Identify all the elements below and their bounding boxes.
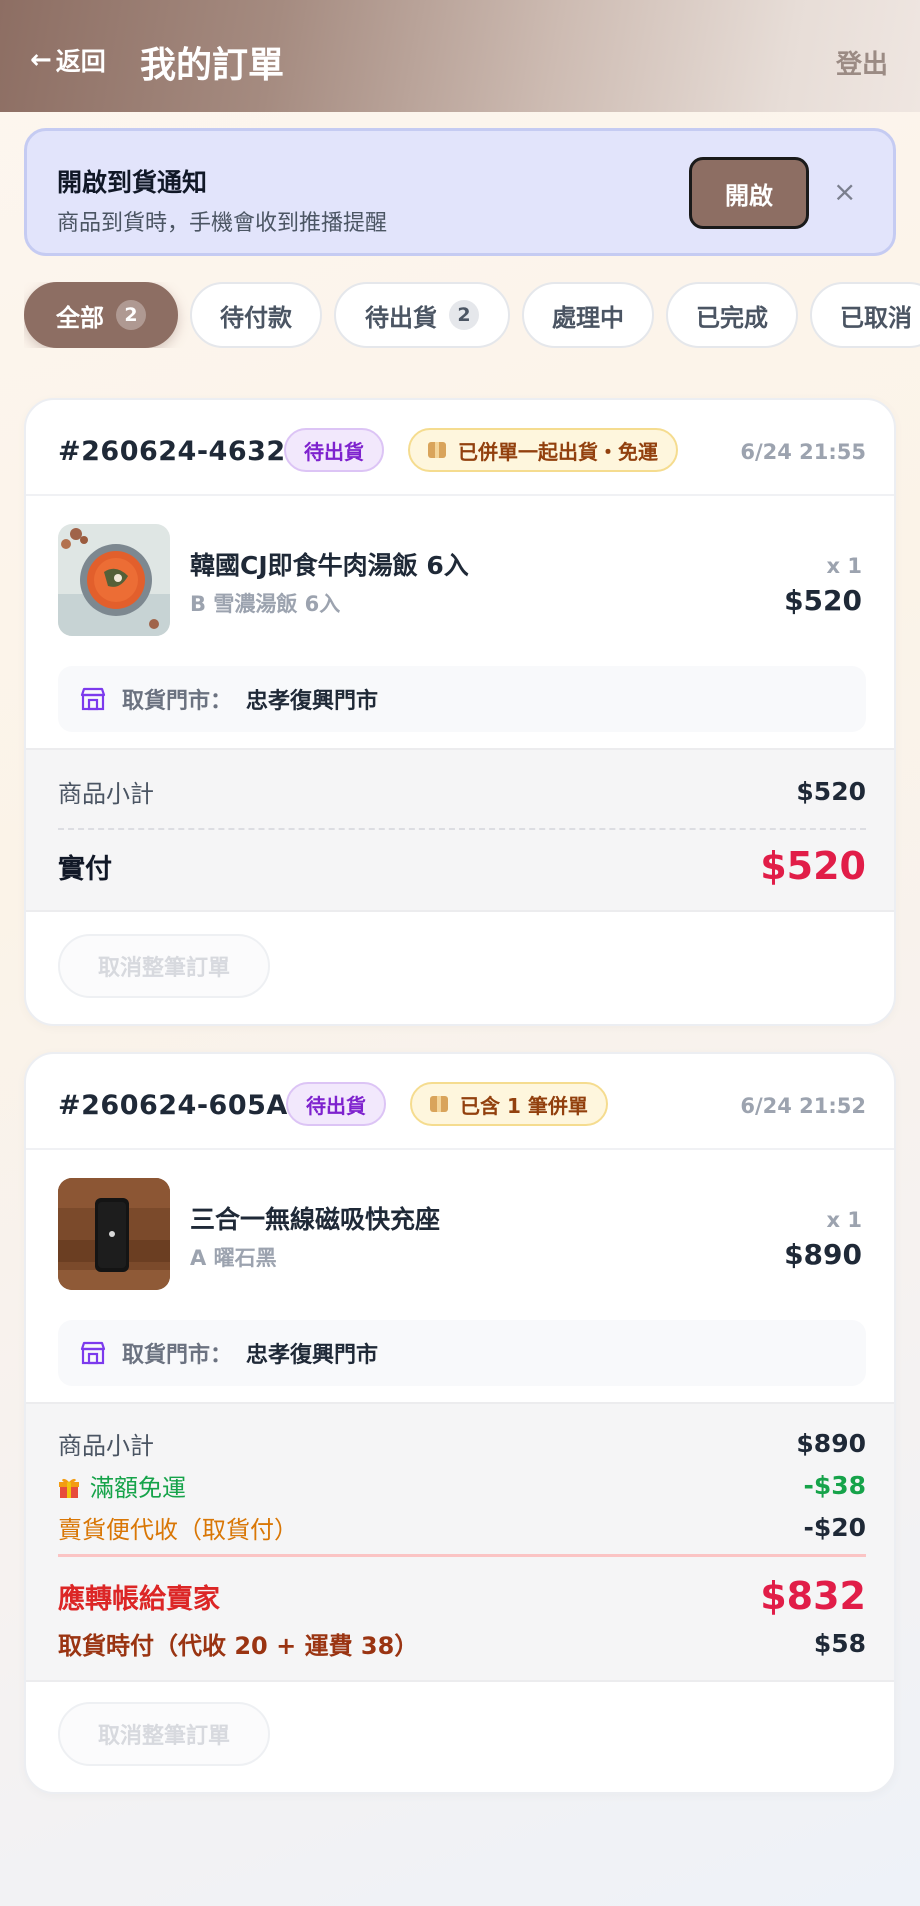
pickup-store-name: 忠孝復興門市 — [246, 689, 379, 714]
merge-note: 已含 1 筆併單 — [460, 1093, 588, 1118]
tab-cancelled[interactable]: 已取消 — [810, 282, 920, 348]
transfer-label: 應轉帳給賣家 — [58, 1583, 220, 1615]
pickup-store-name: 忠孝復興門市 — [246, 1343, 379, 1368]
product-variant: B 雪濃湯飯 6入 — [190, 592, 341, 616]
tab-label: 待付款 — [220, 303, 292, 332]
product-name: 三合一無線磁吸快充座 — [190, 1205, 441, 1234]
banner-subtitle: 商品到貨時，手機會收到推播提醒 — [57, 211, 388, 236]
page-title: 我的訂單 — [140, 45, 285, 86]
pickup-payment-row: 取貨時付（代收 20 + 運費 38） $58 — [58, 1626, 866, 1661]
transfer-value: $832 — [760, 1574, 866, 1618]
product-thumbnail[interactable] — [58, 524, 170, 636]
app-header: ← 返回 我的訂單 登出 — [0, 0, 920, 112]
order-card: #260624-605A 待出貨 已含 1 筆併單 6/24 21:52 三合一… — [24, 1052, 896, 1794]
back-arrow-icon: ← — [30, 45, 52, 75]
enable-notification-button[interactable]: 開啟 — [689, 157, 809, 229]
free-shipping-value: -$38 — [803, 1471, 866, 1500]
banner-title: 開啟到貨通知 — [57, 168, 208, 197]
pickup-store: 取貨門市： 忠孝復興門市 — [58, 666, 866, 732]
merge-note: 已併單一起出貨・免運 — [458, 439, 658, 464]
divider — [58, 828, 866, 830]
status-badge: 待出貨 — [284, 428, 384, 472]
cod-fee-row: 賣貨便代收（取貨付） -$20 — [58, 1510, 866, 1545]
notification-banner: 開啟到貨通知 商品到貨時，手機會收到推播提醒 開啟 × — [24, 128, 896, 256]
tab-all[interactable]: 全部 2 — [24, 282, 178, 348]
free-shipping-label: 滿額免運 — [58, 1468, 186, 1503]
order-header: #260624-605A 待出貨 已含 1 筆併單 6/24 21:52 — [26, 1054, 894, 1150]
product-thumbnail[interactable] — [58, 1178, 170, 1290]
tab-label: 全部 — [56, 303, 104, 332]
order-summary: 商品小計 $890 滿額免運 -$38 賣貨便代收（取貨付） -$20 應轉帳給… — [26, 1402, 894, 1682]
tab-label: 處理中 — [552, 303, 624, 332]
back-label: 返回 — [55, 47, 106, 76]
tab-pending-shipment[interactable]: 待出貨 2 — [334, 282, 510, 348]
logout-button[interactable]: 登出 — [836, 44, 888, 81]
store-icon — [80, 687, 106, 711]
package-icon — [430, 1096, 448, 1112]
pickup-payment-label: 取貨時付（代收 20 + 運費 38） — [58, 1632, 419, 1660]
back-button[interactable]: ← 返回 — [30, 42, 106, 78]
cod-fee-label: 賣貨便代收（取貨付） — [58, 1516, 298, 1544]
subtotal-value: $520 — [796, 777, 866, 806]
cod-fee-value: -$20 — [803, 1513, 866, 1542]
free-shipping-row: 滿額免運 -$38 — [58, 1468, 866, 1503]
product-name: 韓國CJ即食牛肉湯飯 6入 — [190, 551, 469, 580]
tab-pending-payment[interactable]: 待付款 — [190, 282, 322, 348]
merge-badge: 已併單一起出貨・免運 — [408, 428, 678, 472]
pickup-label: 取貨門市： — [122, 1343, 233, 1368]
product-variant: A 曜石黑 — [190, 1246, 277, 1270]
subtotal-row: 商品小計 $890 — [58, 1426, 866, 1461]
paid-row: 實付 $520 — [58, 844, 866, 888]
store-icon — [80, 1341, 106, 1365]
order-header: #260624-4632 待出貨 已併單一起出貨・免運 6/24 21:55 — [26, 400, 894, 496]
cancel-order-button[interactable]: 取消整筆訂單 — [58, 1702, 270, 1766]
order-status-tabs: 全部 2 待付款 待出貨 2 處理中 已完成 已取消 — [24, 282, 920, 348]
pickup-payment-value: $58 — [813, 1629, 866, 1658]
merge-badge: 已含 1 筆併單 — [410, 1082, 608, 1126]
order-time: 6/24 21:55 — [740, 440, 866, 464]
tab-label: 已完成 — [696, 303, 768, 332]
product-price: $520 — [784, 584, 862, 617]
subtotal-row: 商品小計 $520 — [58, 774, 866, 809]
transfer-row: 應轉帳給賣家 $832 — [58, 1574, 866, 1618]
subtotal-label: 商品小計 — [58, 780, 154, 808]
paid-label: 實付 — [58, 853, 112, 885]
order-number: #260624-605A — [58, 1090, 288, 1121]
tab-label: 待出貨 — [365, 303, 437, 332]
order-number: #260624-4632 — [58, 436, 286, 467]
order-time: 6/24 21:52 — [740, 1094, 866, 1118]
package-icon — [428, 442, 446, 458]
close-icon[interactable]: × — [833, 175, 856, 208]
tab-processing[interactable]: 處理中 — [522, 282, 654, 348]
tab-count: 2 — [449, 300, 479, 330]
tab-count: 2 — [116, 300, 146, 330]
divider — [58, 1554, 866, 1557]
order-summary: 商品小計 $520 實付 $520 — [26, 748, 894, 912]
order-card: #260624-4632 待出貨 已併單一起出貨・免運 6/24 21:55 韓… — [24, 398, 896, 1026]
gift-icon — [58, 1477, 80, 1499]
product-quantity: x 1 — [826, 1208, 862, 1232]
subtotal-label: 商品小計 — [58, 1432, 154, 1460]
tab-completed[interactable]: 已完成 — [666, 282, 798, 348]
pickup-label: 取貨門市： — [122, 689, 233, 714]
product-quantity: x 1 — [826, 554, 862, 578]
product-price: $890 — [784, 1238, 862, 1271]
status-badge: 待出貨 — [286, 1082, 386, 1126]
pickup-store: 取貨門市： 忠孝復興門市 — [58, 1320, 866, 1386]
paid-value: $520 — [760, 844, 866, 888]
subtotal-value: $890 — [796, 1429, 866, 1458]
tab-label: 已取消 — [840, 303, 912, 332]
cancel-order-button[interactable]: 取消整筆訂單 — [58, 934, 270, 998]
